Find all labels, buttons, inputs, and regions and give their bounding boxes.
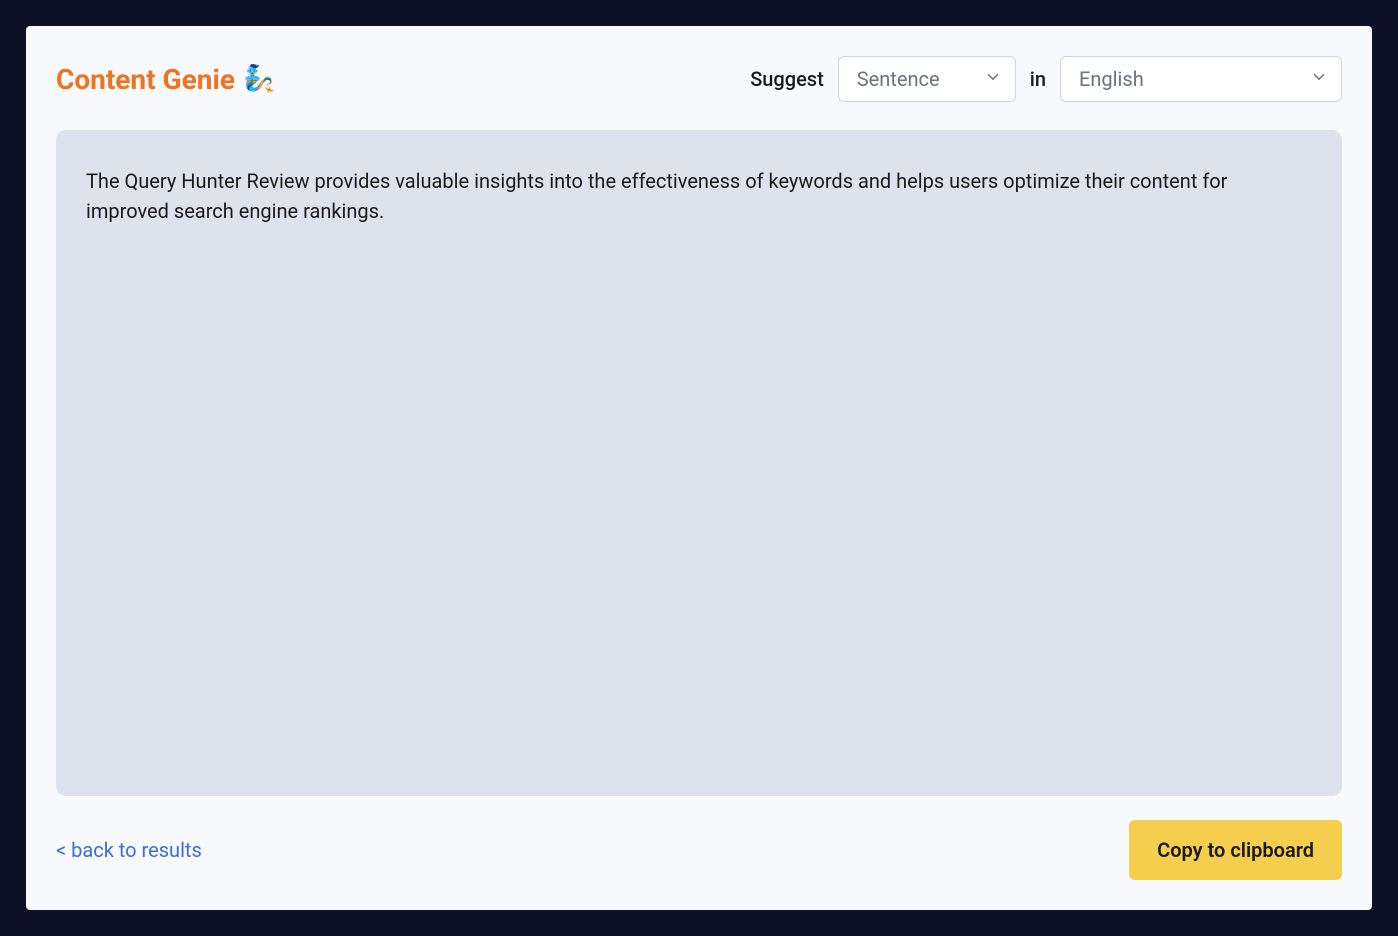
language-select-wrapper: English: [1060, 56, 1342, 102]
logo: Content Genie 🧞: [56, 63, 275, 96]
controls: Suggest Sentence in English: [750, 56, 1342, 102]
in-label: in: [1030, 67, 1046, 91]
language-select[interactable]: English: [1060, 56, 1342, 102]
app-container: Content Genie 🧞 Suggest Sentence in Engl…: [26, 26, 1372, 910]
footer: < back to results Copy to clipboard: [56, 820, 1342, 880]
genie-icon: 🧞: [243, 64, 275, 94]
suggest-label: Suggest: [750, 67, 824, 91]
content-area: The Query Hunter Review provides valuabl…: [56, 130, 1342, 796]
generated-content: The Query Hunter Review provides valuabl…: [86, 166, 1312, 226]
back-to-results-link[interactable]: < back to results: [56, 838, 202, 862]
header: Content Genie 🧞 Suggest Sentence in Engl…: [56, 56, 1342, 102]
copy-to-clipboard-button[interactable]: Copy to clipboard: [1129, 820, 1342, 880]
type-select-wrapper: Sentence: [838, 56, 1016, 102]
logo-text: Content Genie: [56, 63, 235, 96]
type-select[interactable]: Sentence: [838, 56, 1016, 102]
